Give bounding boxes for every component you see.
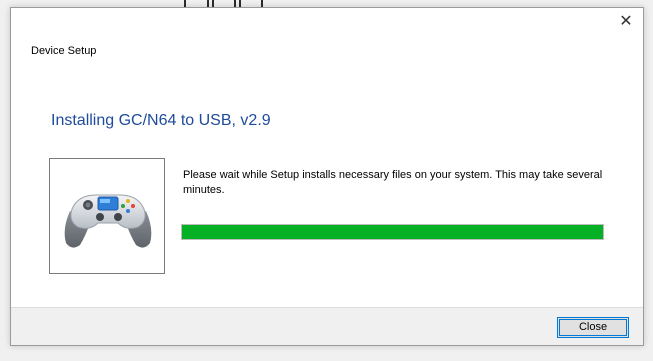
close-icon[interactable]: ✕ [616,13,636,31]
device-image-frame [49,158,165,274]
dialog-footer: Close [11,307,643,345]
gamepad-icon [64,194,152,248]
status-message: Please wait while Setup installs necessa… [183,169,603,196]
install-heading: Installing GC/N64 to USB, v2.9 [51,112,271,129]
window-title: Device Setup [31,45,97,57]
progress-fill [182,225,603,239]
install-progress-bar [181,224,604,240]
device-setup-dialog: ✕ Device Setup Installing GC/N64 to USB,… [10,7,644,346]
close-button[interactable]: Close [557,317,629,338]
